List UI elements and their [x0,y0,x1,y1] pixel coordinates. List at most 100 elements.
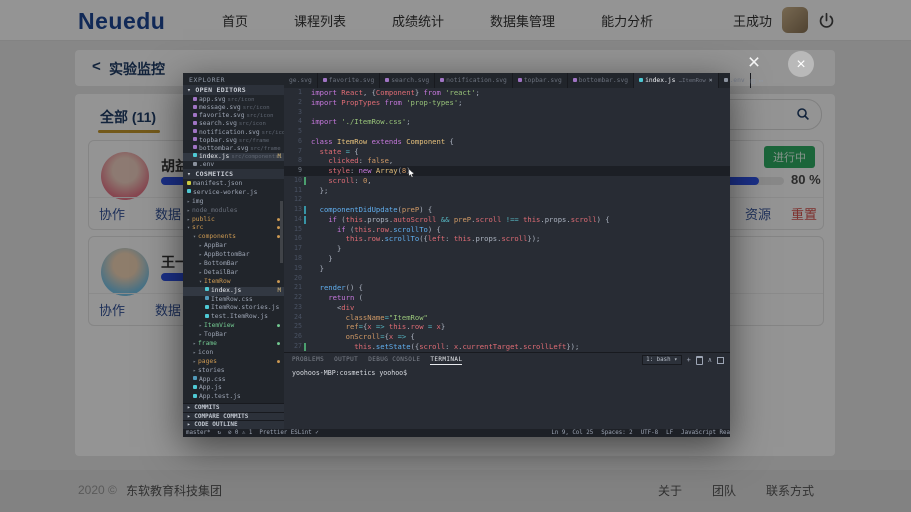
editor-tab-.env[interactable]: .env [719,73,751,88]
git-branch[interactable]: master* [186,429,210,437]
file-App.css[interactable]: App.css [183,376,284,385]
code-line: 6class ItemRow extends Component { [284,137,730,147]
file-BottomBar[interactable]: ▸BottomBar [183,260,284,269]
editor-tab-notification.svg[interactable]: notification.svg [435,73,513,88]
line-content: if (this.row.scrollTo) { [311,225,441,235]
tab-label: index.js [645,77,675,84]
svg-file-icon [193,113,197,117]
status-javascript[interactable]: JavaScript Rea [681,429,730,437]
kill-terminal-icon[interactable] [696,356,703,365]
editor-tab-search.svg[interactable]: search.svg [380,73,435,88]
file-favorite.svg[interactable]: favorite.svgsrc/icon [183,112,284,120]
editor-tab-topbar.svg[interactable]: topbar.svg [513,73,568,88]
line-number: 5 [284,127,302,137]
file-index.js[interactable]: index.jsM [183,287,284,296]
file-pages[interactable]: ▸pages● [183,358,284,367]
file-label: favorite.svg [199,112,245,119]
shell-select[interactable]: 1: bash ▾ [642,355,681,365]
file-AppBar[interactable]: ▸AppBar [183,242,284,251]
status-lf[interactable]: LF [666,429,673,437]
file-App.js[interactable]: App.js [183,384,284,393]
file-node_modules[interactable]: ▸node_modules [183,207,284,216]
file-DetailBar[interactable]: ▸DetailBar [183,269,284,278]
gear-file-icon [724,78,728,82]
panel-close-icon[interactable] [717,357,724,364]
terminal-tab-PROBLEMS[interactable]: PROBLEMS [292,356,324,365]
terminal-tab-TERMINAL[interactable]: TERMINAL [430,356,462,365]
terminal-tab-DEBUG CONSOLE[interactable]: DEBUG CONSOLE [368,356,420,365]
split-editor-icon[interactable]: ◫ [751,77,755,85]
file-bottombar.svg[interactable]: bottombar.svgsrc/frame [183,145,284,153]
file-public[interactable]: ▸public● [183,216,284,225]
code-line: 7 state = { [284,147,730,157]
file-components[interactable]: ▾components● [183,233,284,242]
file-path-hint: src/frame [239,138,269,144]
code-line: 5 [284,127,730,137]
file-notification.svg[interactable]: notification.svgsrc/icon [183,129,284,137]
file-TopBar[interactable]: ▸TopBar [183,331,284,340]
section-commits[interactable]: ▸ COMMITS [183,403,284,412]
formatter-status[interactable]: Prettier ESLint ✓ [259,429,318,437]
editor-tab-bottombar.svg[interactable]: bottombar.svg [568,73,634,88]
file-ItemRow[interactable]: ▾ItemRow● [183,278,284,287]
terminal-prompt[interactable]: yoohoos-MBP:cosmetics yoohoo$ [292,369,407,377]
file-src[interactable]: ▾src● [183,224,284,233]
terminal-tabs: PROBLEMS OUTPUT DEBUG CONSOLE TERMINAL [292,356,462,365]
editor-tab-index.js[interactable]: index.js …ItemRow× [634,73,718,88]
section-code-outline[interactable]: ▸ CODE OUTLINE [183,420,284,429]
file-frame[interactable]: ▸frame● [183,340,284,349]
file-label: .env [199,161,214,168]
tab-close-icon[interactable]: × [709,77,713,84]
problems-indicator[interactable]: ⊘ 0 ⚠ 1 [228,429,252,437]
line-number: 26 [284,332,302,342]
file-label: stories [198,367,225,374]
code-line: 20 [284,274,730,284]
editor-tab-ge.svg[interactable]: ge.svg [284,73,318,88]
line-number: 2 [284,98,302,108]
file-search.svg[interactable]: search.svgsrc/icon [183,120,284,128]
section-compare-commits[interactable]: ▸ COMPARE COMMITS [183,412,284,421]
terminal-tab-OUTPUT[interactable]: OUTPUT [334,356,358,365]
file-manifest.json[interactable]: manifest.json [183,180,284,189]
sync-icon[interactable]: ↻ [217,429,221,437]
code-line: 19 } [284,264,730,274]
file-label: app.svg [199,96,226,103]
js-file-icon [193,153,197,157]
panel-maximize-icon[interactable]: ∧ [708,356,712,364]
more-actions-icon[interactable]: ⋯ [759,77,763,85]
new-terminal-icon[interactable]: + [687,356,691,364]
file-stories[interactable]: ▸stories [183,367,284,376]
file-message.svg[interactable]: message.svgsrc/icon [183,104,284,112]
file-service-worker.js[interactable]: service-worker.js [183,189,284,198]
line-number: 27 [284,342,302,352]
file-topbar.svg[interactable]: topbar.svgsrc/frame [183,137,284,145]
close-icon[interactable]: × [744,53,764,73]
open-editors-header[interactable]: ▾ OPEN EDITORS [183,85,284,95]
project-header[interactable]: ▾ COSMETICS [183,169,284,179]
close-circle-icon[interactable]: × [788,51,814,77]
file-index.js[interactable]: index.jssrc/components…M [183,153,284,161]
file-ItemRow.css[interactable]: ItemRow.css [183,296,284,305]
editor-tab-favorite.svg[interactable]: favorite.svg [318,73,381,88]
sidebar-scrollbar[interactable] [280,201,283,263]
line-content: import './ItemRow.css'; [311,117,411,127]
line-number: 24 [284,313,302,323]
line-content: }; [311,186,328,196]
file-label: TopBar [204,331,227,338]
file-img[interactable]: ▸img [183,198,284,207]
file-ItemView[interactable]: ▸ItemView● [183,322,284,331]
file-icon[interactable]: ▸icon [183,349,284,358]
file-app.svg[interactable]: app.svgsrc/icon [183,96,284,104]
modified-badge: M [278,153,282,161]
line-content: state = { [311,147,359,157]
file-label: message.svg [199,104,241,111]
status-ln[interactable]: Ln 9, Col 25 [551,429,593,437]
line-number: 18 [284,254,302,264]
file-AppBottomBar[interactable]: ▸AppBottomBar [183,251,284,260]
status-spaces:[interactable]: Spaces: 2 [601,429,632,437]
file-App.test.js[interactable]: App.test.js [183,393,284,402]
status-utf-8[interactable]: UTF-8 [641,429,658,437]
file-test.ItemRow.js[interactable]: test.ItemRow.js [183,313,284,322]
code-editor[interactable]: 1import React, {Component} from 'react';… [284,88,730,352]
file-ItemRow.stories.js[interactable]: ItemRow.stories.js [183,304,284,313]
